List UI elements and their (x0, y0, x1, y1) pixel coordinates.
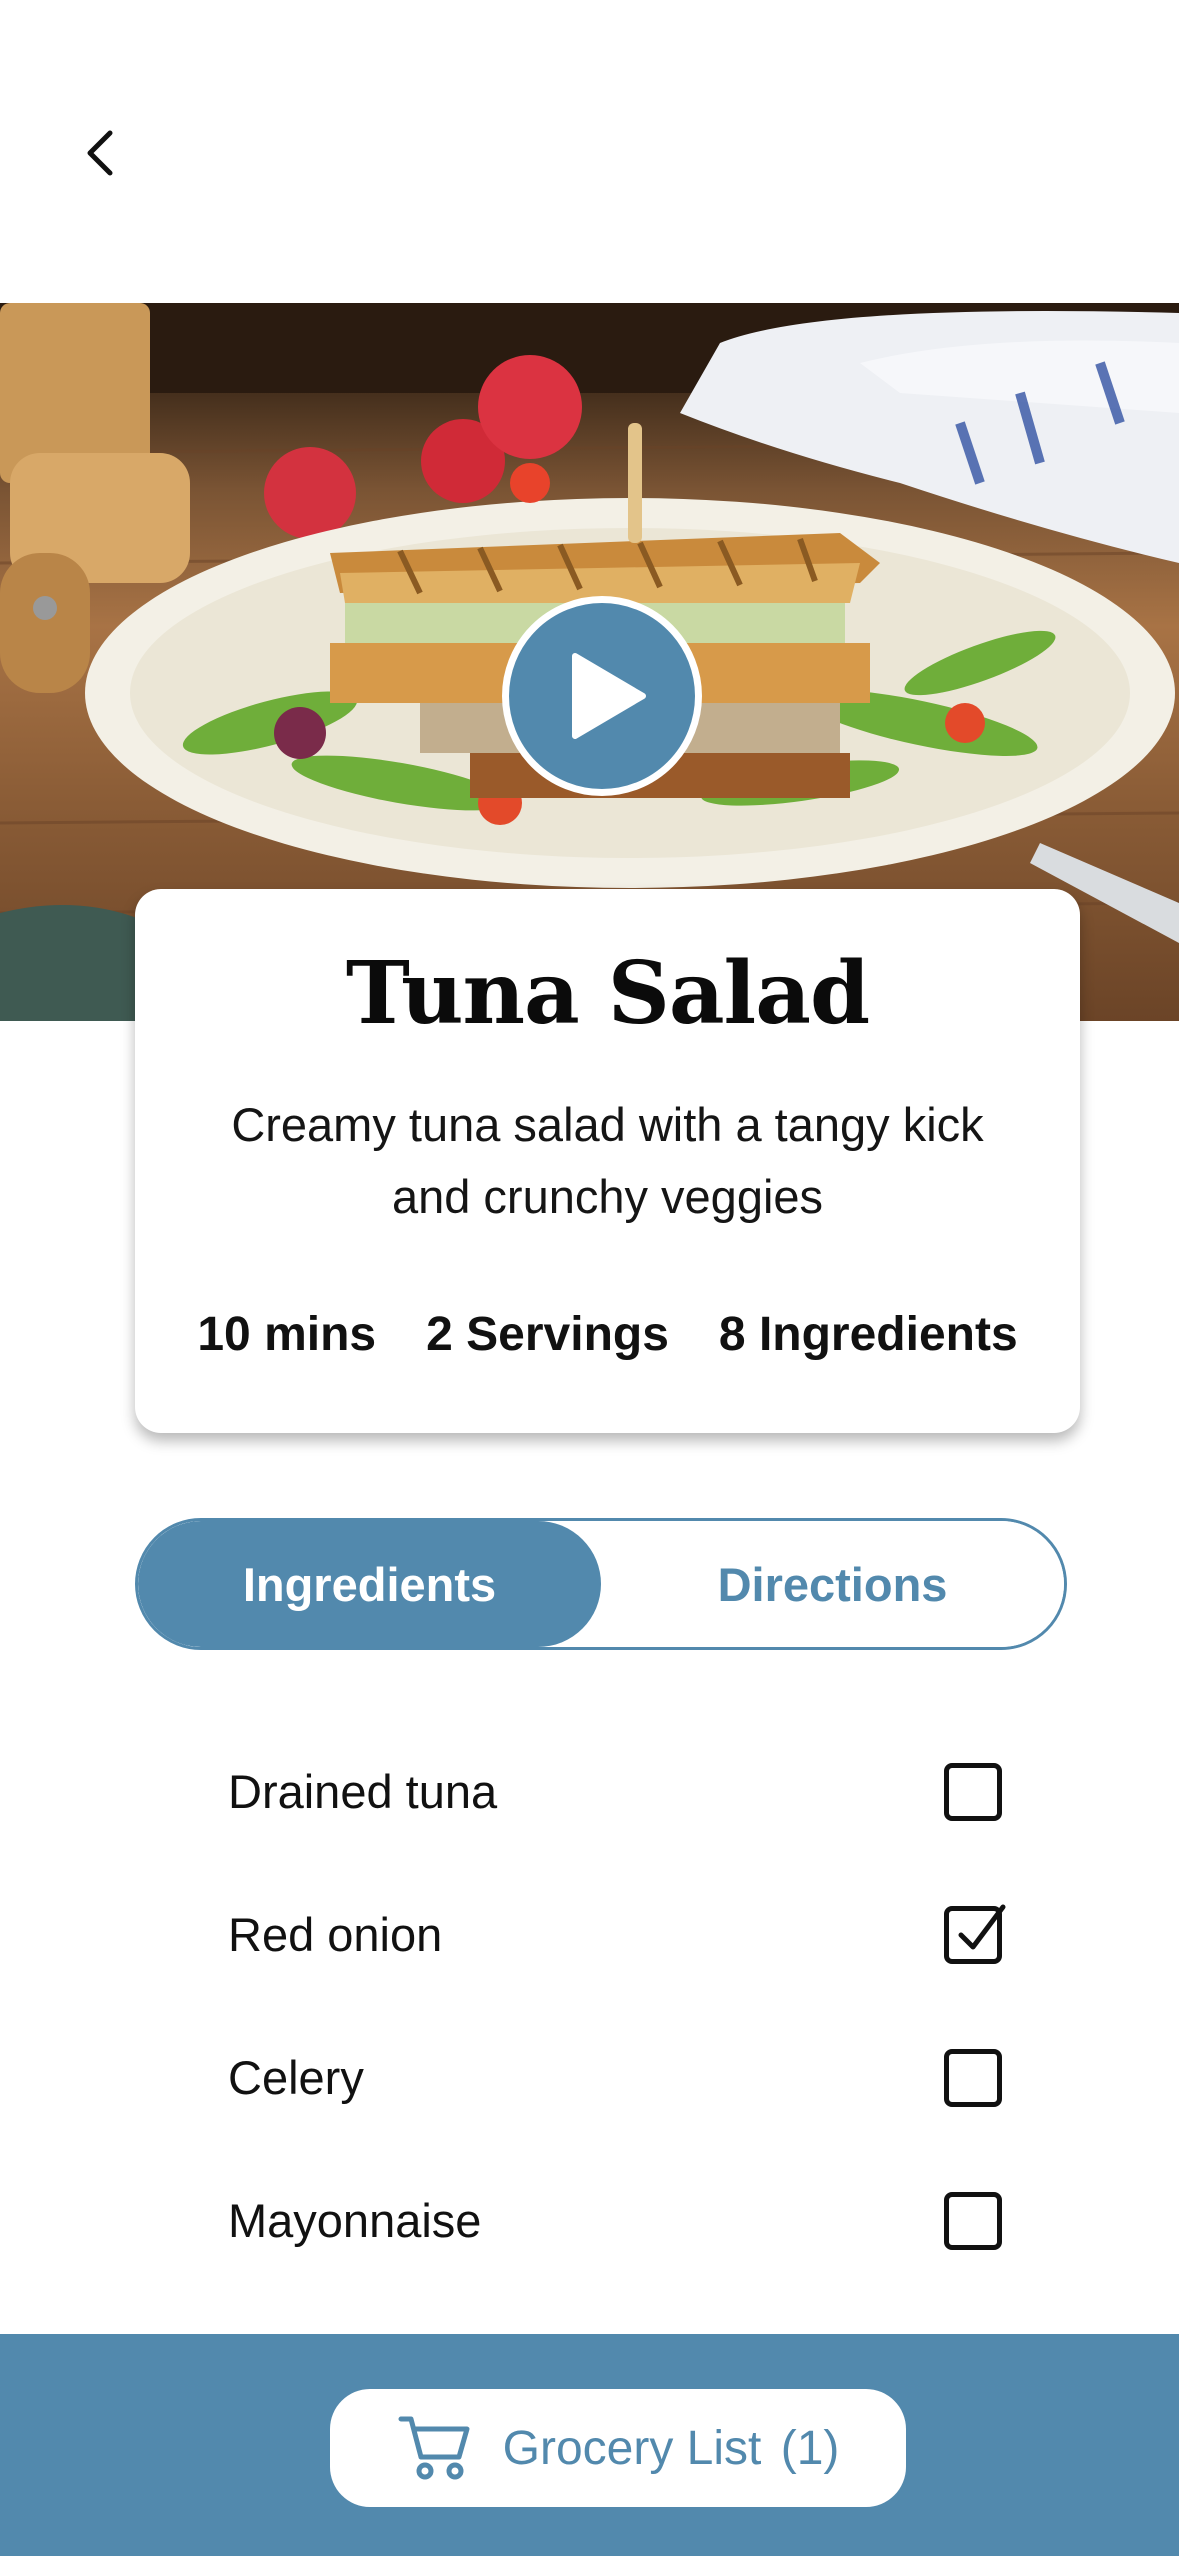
grocery-count: (1) (780, 2421, 840, 2475)
ingredients-list: Drained tuna Red onion Celery Mayonnaise (228, 1720, 1018, 2292)
grocery-list-label: Grocery List (1) (502, 2421, 840, 2475)
ingredient-checkbox[interactable] (944, 2048, 1002, 2107)
tab-toggle: Ingredients Directions (135, 1518, 1067, 1650)
recipe-card: Tuna Salad Creamy tuna salad with a tang… (135, 889, 1080, 1433)
back-button[interactable] (70, 118, 130, 188)
recipe-title: Tuna Salad (345, 943, 870, 1044)
list-item: Drained tuna (228, 1720, 1018, 1863)
play-video-button[interactable] (502, 596, 702, 796)
list-item: Mayonnaise (228, 2149, 1018, 2292)
tab-directions[interactable]: Directions (601, 1521, 1064, 1647)
ingredient-name: Mayonnaise (228, 2194, 482, 2247)
recipe-time: 10 mins (197, 1308, 377, 1361)
play-icon (572, 653, 646, 739)
ingredient-checkbox[interactable] (944, 1762, 1002, 1821)
recipe-ingredient-count: 8 Ingredients (718, 1308, 1018, 1361)
chevron-left-icon (87, 130, 113, 176)
list-item: Red onion (228, 1863, 1018, 2006)
recipe-description: Creamy tuna salad with a tangy kick and … (231, 1098, 984, 1223)
ingredient-checkbox-checked[interactable] (944, 1904, 1006, 1964)
cart-icon (398, 2416, 470, 2480)
list-item: Celery (228, 2006, 1018, 2149)
ingredient-name: Celery (228, 2051, 364, 2104)
footer-bar: Grocery List (1) (0, 2334, 1179, 2556)
recipe-stats: 10 mins 2 Servings 8 Ingredients (135, 1307, 1080, 1362)
ingredient-name: Drained tuna (228, 1765, 498, 1818)
grocery-list-button[interactable]: Grocery List (1) (330, 2389, 906, 2507)
recipe-servings: 2 Servings (426, 1308, 669, 1361)
tab-ingredients[interactable]: Ingredients (138, 1521, 601, 1647)
ingredient-name: Red onion (228, 1908, 443, 1961)
ingredient-checkbox[interactable] (944, 2191, 1002, 2250)
checkmark-icon (958, 1904, 1006, 1949)
